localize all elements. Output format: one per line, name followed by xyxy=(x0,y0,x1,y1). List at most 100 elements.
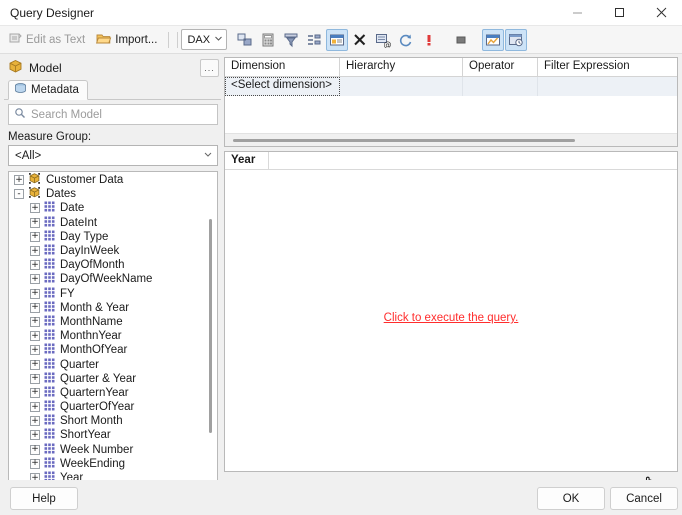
tree-item-label: DayOfMonth xyxy=(60,259,125,272)
tree-item-label: Quarter & Year xyxy=(60,372,137,385)
column-header-hierarchy[interactable]: Hierarchy xyxy=(340,58,463,76)
grid-icon xyxy=(44,457,55,471)
query-parameters-icon[interactable]: @ xyxy=(372,29,394,51)
edit-as-text-icon xyxy=(8,31,23,49)
tab-metadata-label: Metadata xyxy=(31,84,79,96)
toolbar-separator-1 xyxy=(168,31,170,48)
hscrollbar-thumb[interactable] xyxy=(233,139,575,142)
tree-item[interactable]: + DayOfWeekName xyxy=(10,272,216,286)
query-language-select[interactable]: DAX xyxy=(181,29,228,50)
expand-icon[interactable]: + xyxy=(30,345,40,356)
tree-item[interactable]: - Dates xyxy=(10,187,216,201)
grid-icon xyxy=(44,287,55,301)
cell-hierarchy[interactable] xyxy=(340,77,463,96)
scrollbar-thumb[interactable] xyxy=(209,219,212,433)
model-more-button[interactable]: ... xyxy=(200,59,219,77)
delete-icon[interactable] xyxy=(349,29,371,51)
import-label: Import... xyxy=(115,33,158,46)
maximize-button[interactable] xyxy=(598,0,640,26)
show-empty-cells-icon[interactable] xyxy=(505,28,528,51)
expand-icon[interactable]: + xyxy=(14,175,24,186)
expand-icon[interactable]: + xyxy=(30,458,40,469)
expand-icon[interactable]: + xyxy=(30,402,40,413)
tree-item[interactable]: + Short Month xyxy=(10,414,216,428)
add-parameter-icon[interactable] xyxy=(418,29,440,51)
search-model-input[interactable]: Search Model xyxy=(8,104,218,125)
grid-icon xyxy=(44,343,55,357)
column-header-operator[interactable]: Operator xyxy=(463,58,538,76)
tree-item[interactable]: + QuarternYear xyxy=(10,386,216,400)
show-aggregations-icon[interactable] xyxy=(303,29,325,51)
measure-group-label: Measure Group: xyxy=(8,131,92,143)
metadata-tree[interactable]: + Customer Data - Dates + Date + DateInt + Day Ty… xyxy=(8,171,218,489)
expand-icon[interactable]: + xyxy=(30,387,40,398)
execute-query-link[interactable]: Click to execute the query. xyxy=(225,312,677,324)
tree-item[interactable]: + DayOfMonth xyxy=(10,258,216,272)
calculator-icon[interactable] xyxy=(257,29,279,51)
cell-operator[interactable] xyxy=(463,77,538,96)
tree-item-label: DayInWeek xyxy=(60,245,120,258)
filter-grid-hscrollbar[interactable] xyxy=(225,133,677,146)
tab-metadata[interactable]: Metadata xyxy=(8,80,88,100)
tree-item[interactable]: + Customer Data xyxy=(10,173,216,187)
collapse-icon[interactable]: - xyxy=(14,189,24,200)
expand-icon[interactable]: + xyxy=(30,430,40,441)
tree-item[interactable]: + Quarter xyxy=(10,357,216,371)
measure-group-value: <All> xyxy=(15,149,42,162)
tree-item[interactable]: + MonthOfYear xyxy=(10,343,216,357)
cell-dimension[interactable]: <Select dimension> xyxy=(225,77,340,96)
filter-funnel-icon[interactable] xyxy=(280,29,302,51)
expand-icon[interactable]: + xyxy=(30,331,40,342)
tree-item[interactable]: + Day Type xyxy=(10,230,216,244)
expand-icon[interactable]: + xyxy=(30,302,40,313)
tree-item[interactable]: + QuarterOfYear xyxy=(10,400,216,414)
help-button[interactable]: Help xyxy=(10,487,78,510)
tree-item[interactable]: + Date xyxy=(10,201,216,215)
measure-group-select[interactable]: <All> xyxy=(8,145,218,166)
tree-item[interactable]: + MonthName xyxy=(10,315,216,329)
tree-item-label: FY xyxy=(60,287,75,300)
cancel-button[interactable]: Cancel xyxy=(610,487,678,510)
column-header-filter-expression[interactable]: Filter Expression xyxy=(538,58,677,76)
result-column-year[interactable]: Year xyxy=(225,152,269,169)
expand-icon[interactable]: + xyxy=(30,274,40,285)
ok-button[interactable]: OK xyxy=(537,487,605,510)
tree-item[interactable]: + MonthnYear xyxy=(10,329,216,343)
stop-icon[interactable] xyxy=(450,29,472,51)
tree-item[interactable]: + Week Number xyxy=(10,443,216,457)
expand-icon[interactable]: + xyxy=(30,288,40,299)
refresh-icon[interactable] xyxy=(395,29,417,51)
column-header-dimension[interactable]: Dimension xyxy=(225,58,340,76)
search-model-placeholder: Search Model xyxy=(31,108,102,121)
expand-icon[interactable]: + xyxy=(30,217,40,228)
expand-icon[interactable]: + xyxy=(30,359,40,370)
tree-item[interactable]: + Quarter & Year xyxy=(10,372,216,386)
expand-icon[interactable]: + xyxy=(30,416,40,427)
import-button[interactable]: Import... xyxy=(91,29,162,51)
expand-icon[interactable]: + xyxy=(30,231,40,242)
tree-item[interactable]: + ShortYear xyxy=(10,428,216,442)
expand-icon[interactable]: + xyxy=(30,246,40,257)
expand-icon[interactable]: + xyxy=(30,203,40,214)
tree-item[interactable]: + DayInWeek xyxy=(10,244,216,258)
add-calculated-member-icon[interactable] xyxy=(234,29,256,51)
expand-icon[interactable]: + xyxy=(30,260,40,271)
expand-icon[interactable]: + xyxy=(30,444,40,455)
expand-icon[interactable]: + xyxy=(30,316,40,327)
tree-item-label: ShortYear xyxy=(60,429,111,442)
tree-item[interactable]: + DateInt xyxy=(10,216,216,230)
tree-item[interactable]: + FY xyxy=(10,287,216,301)
metadata-tree-scrollbar[interactable] xyxy=(205,173,216,487)
main-toolbar: Edit as Text Import... DAX @ xyxy=(0,26,682,54)
edit-as-text-button[interactable]: Edit as Text xyxy=(3,29,90,51)
tree-item-label: Dates xyxy=(46,188,77,201)
minimize-button[interactable] xyxy=(556,0,598,26)
auto-execute-icon[interactable] xyxy=(326,28,349,51)
design-mode-icon[interactable] xyxy=(482,28,505,51)
expand-icon[interactable]: + xyxy=(30,373,40,384)
tree-item[interactable]: + Month & Year xyxy=(10,301,216,315)
close-button[interactable] xyxy=(640,0,682,26)
tree-item[interactable]: + WeekEnding xyxy=(10,457,216,471)
cell-filter-expression[interactable] xyxy=(538,77,677,96)
model-panel-title: Model xyxy=(29,61,62,75)
